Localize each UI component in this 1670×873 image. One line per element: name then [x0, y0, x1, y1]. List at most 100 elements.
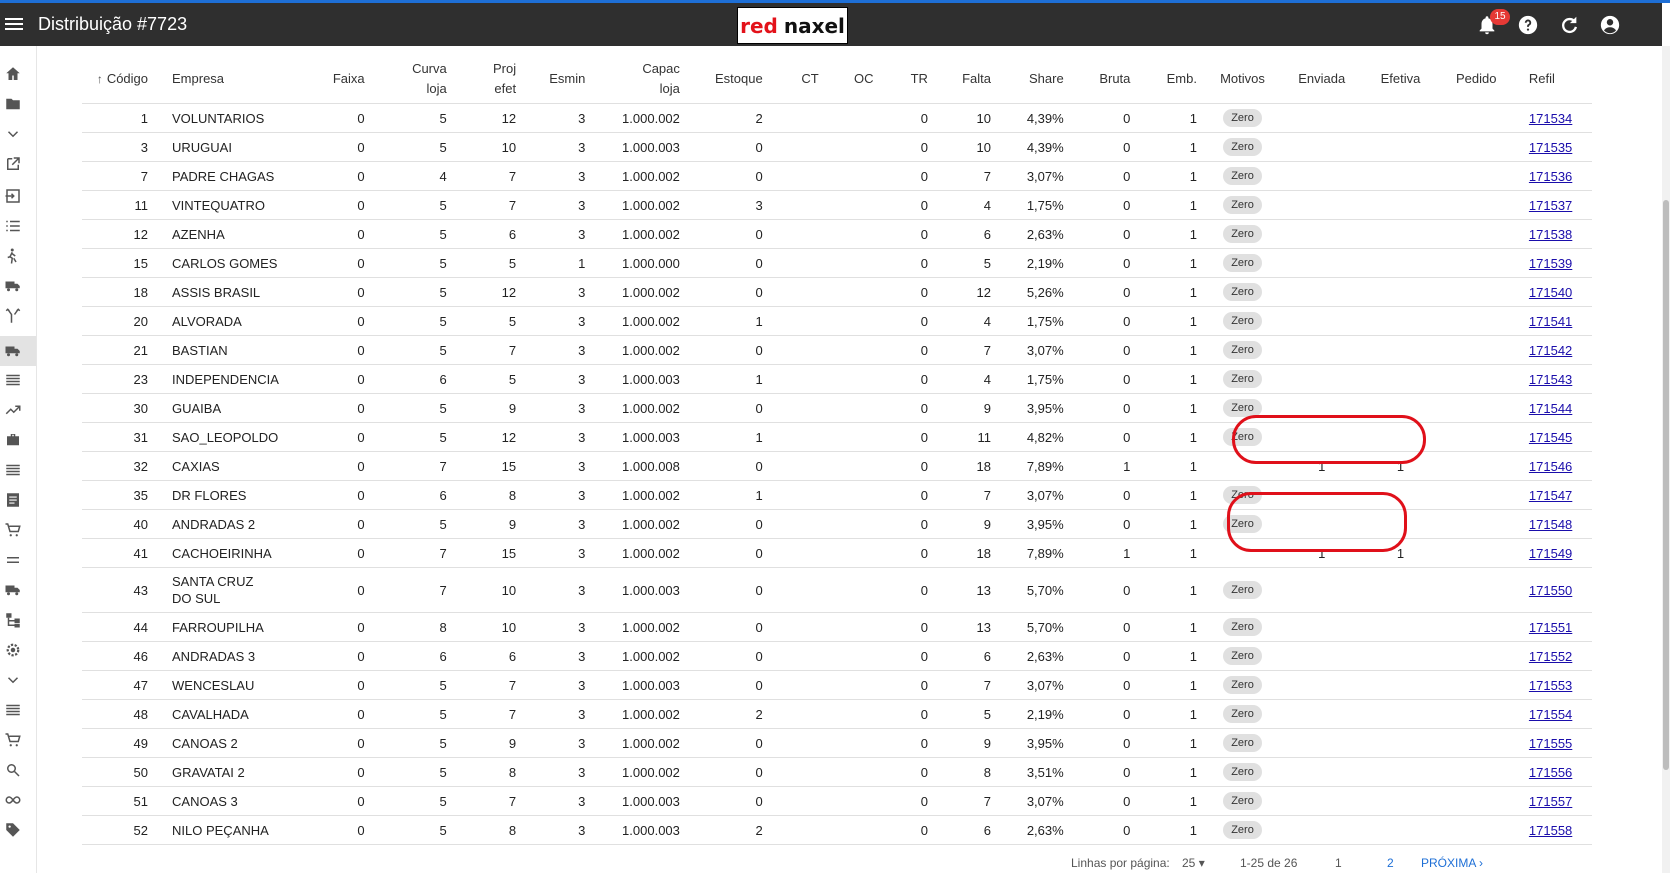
truck-active-icon[interactable]	[3, 341, 23, 361]
refil-link[interactable]: 171551	[1529, 620, 1572, 635]
chevron-down-icon[interactable]	[3, 124, 23, 144]
table-row[interactable]: 51 CANOAS 3 0 5 7 3 1.000.003 0 0 7 3,07% 0 1 Zero 171…	[82, 786, 1592, 816]
col-ct-header[interactable]: CT	[768, 55, 825, 104]
motivo-chip[interactable]: Zero	[1223, 167, 1262, 185]
refil-link[interactable]: 171553	[1529, 678, 1572, 693]
cart-icon[interactable]	[3, 520, 23, 540]
table-row[interactable]: 1 VOLUNTARIOS 0 5 12 3 1.000.002 2 0 10 4,39% 0 1 Zer…	[82, 103, 1592, 133]
search-list-icon[interactable]	[3, 760, 23, 780]
col-enviada-header[interactable]: Enviada	[1282, 55, 1362, 104]
account-icon[interactable]	[1598, 13, 1622, 37]
refil-link[interactable]: 171548	[1529, 517, 1572, 532]
refil-link[interactable]: 171535	[1529, 140, 1572, 155]
refil-link[interactable]: 171544	[1529, 401, 1572, 416]
col-empresa-header[interactable]: Empresa	[154, 55, 306, 104]
table-row[interactable]: 44 FARROUPILHA 0 8 10 3 1.000.002 0 0 13 5,70% 0 1 Ze…	[82, 612, 1592, 642]
refil-link[interactable]: 171547	[1529, 488, 1572, 503]
table-row[interactable]: 21 BASTIAN 0 5 7 3 1.000.002 0 0 7 3,07% 0 1 Zero 1715…	[82, 335, 1592, 365]
table-row[interactable]: 23 INDEPENDENCIA 0 6 5 3 1.000.003 1 0 4 1,75% 0 1 Ze…	[82, 364, 1592, 394]
motivo-chip[interactable]: Zero	[1223, 283, 1262, 301]
refil-link[interactable]: 171534	[1529, 111, 1572, 126]
motivo-chip[interactable]: Zero	[1223, 312, 1262, 330]
motivo-chip[interactable]: Zero	[1223, 225, 1262, 243]
tag-icon[interactable]	[3, 820, 23, 840]
col-efetiva-header[interactable]: Efetiva	[1361, 55, 1440, 104]
col-bruta-header[interactable]: Bruta	[1069, 55, 1137, 104]
refil-link[interactable]: 171536	[1529, 169, 1572, 184]
col-refil-header[interactable]: Refil	[1512, 55, 1592, 104]
col-capac-header[interactable]: Capac loja	[591, 55, 686, 104]
col-oc-header[interactable]: OC	[824, 55, 880, 104]
help-icon[interactable]	[1516, 13, 1540, 37]
motivo-chip[interactable]: Zero	[1223, 254, 1262, 272]
briefcase-icon[interactable]	[3, 430, 23, 450]
table-row[interactable]: 20 ALVORADA 0 5 5 3 1.000.002 1 0 4 1,75% 0 1 Zero 171…	[82, 306, 1592, 336]
refil-link[interactable]: 171542	[1529, 343, 1572, 358]
merge-icon[interactable]	[3, 306, 23, 326]
refil-link[interactable]: 171549	[1529, 546, 1572, 561]
table-row[interactable]: 18 ASSIS BRASIL 0 5 12 3 1.000.002 0 0 12 5,26% 0 1 Z…	[82, 277, 1592, 307]
table-row[interactable]: 52 NILO PEÇANHA 0 5 8 3 1.000.003 2 0 6 2,63% 0 1 Zer…	[82, 815, 1592, 845]
col-esmin-header[interactable]: Esmin	[522, 55, 592, 104]
page-2-button[interactable]: 2	[1387, 856, 1394, 870]
motivo-chip[interactable]: Zero	[1223, 734, 1262, 752]
motivo-chip[interactable]: Zero	[1223, 676, 1262, 694]
equals-icon[interactable]	[3, 550, 23, 570]
refil-link[interactable]: 171541	[1529, 314, 1572, 329]
scrollbar-thumb[interactable]	[1663, 200, 1669, 770]
refil-link[interactable]: 171556	[1529, 765, 1572, 780]
motivo-chip[interactable]: Zero	[1223, 138, 1262, 156]
motivo-chip[interactable]: Zero	[1223, 705, 1262, 723]
refresh-icon[interactable]	[1557, 13, 1581, 37]
table-row[interactable]: 48 CAVALHADA 0 5 7 3 1.000.002 2 0 5 2,19% 0 1 Zero 17…	[82, 699, 1592, 729]
table-row[interactable]: 50 GRAVATAI 2 0 5 8 3 1.000.002 0 0 8 3,51% 0 1 Zero 1…	[82, 757, 1592, 787]
sort-arrow-up-icon[interactable]: ↑	[97, 72, 103, 86]
truck-icon[interactable]	[3, 276, 23, 296]
col-proj-header[interactable]: Proj efet	[452, 55, 523, 104]
rows-per-page-select[interactable]: 25 ▾	[1182, 856, 1205, 870]
refil-link[interactable]: 171554	[1529, 707, 1572, 722]
page-1-button[interactable]: 1	[1335, 856, 1342, 870]
motivo-chip[interactable]: Zero	[1223, 341, 1262, 359]
col-curva-header[interactable]: Curva loja	[370, 55, 453, 104]
refil-link[interactable]: 171539	[1529, 256, 1572, 271]
login-icon[interactable]	[3, 186, 23, 206]
next-page-button[interactable]: PRÓXIMA ›	[1421, 856, 1483, 870]
motivo-chip[interactable]: Zero	[1223, 647, 1262, 665]
refil-link[interactable]: 171537	[1529, 198, 1572, 213]
menu-icon[interactable]	[5, 15, 23, 33]
table-row[interactable]: 7 PADRE CHAGAS 0 4 7 3 1.000.002 0 0 7 3,07% 0 1 Zero…	[82, 161, 1592, 191]
col-pedido-header[interactable]: Pedido	[1439, 55, 1513, 104]
refil-link[interactable]: 171546	[1529, 459, 1572, 474]
refil-link[interactable]: 171552	[1529, 649, 1572, 664]
col-emb-header[interactable]: Emb.	[1136, 55, 1203, 104]
chevron-down-icon-2[interactable]	[3, 670, 23, 690]
settings-gear-icon[interactable]	[3, 640, 23, 660]
col-estoque-header[interactable]: Estoque	[685, 55, 769, 104]
motivo-chip[interactable]: Zero	[1223, 821, 1262, 839]
truck-delivery-icon[interactable]	[3, 580, 23, 600]
infinity-icon[interactable]	[3, 790, 23, 810]
motivo-chip[interactable]: Zero	[1223, 109, 1262, 127]
cart-icon-2[interactable]	[3, 730, 23, 750]
table-row[interactable]: 15 CARLOS GOMES 0 5 5 1 1.000.000 0 0 5 2,19% 0 1 Zer…	[82, 248, 1592, 278]
refil-link[interactable]: 171540	[1529, 285, 1572, 300]
motivo-chip[interactable]: Zero	[1223, 792, 1262, 810]
col-motivos-header[interactable]: Motivos	[1202, 55, 1283, 104]
home-icon[interactable]	[3, 64, 23, 84]
table-row[interactable]: 49 CANOAS 2 0 5 9 3 1.000.002 0 0 9 3,95% 0 1 Zero 171…	[82, 728, 1592, 758]
refil-link[interactable]: 171538	[1529, 227, 1572, 242]
col-codigo-header[interactable]: ↑ Código	[82, 55, 155, 104]
list-icon[interactable]	[3, 216, 23, 236]
motivo-chip[interactable]: Zero	[1223, 763, 1262, 781]
hierarchy-icon[interactable]	[3, 610, 23, 630]
refil-link[interactable]: 171545	[1529, 430, 1572, 445]
col-falta-header[interactable]: Falta	[933, 55, 997, 104]
table-row[interactable]: 11 VINTEQUATRO 0 5 7 3 1.000.002 3 0 4 1,75% 0 1 Zero…	[82, 190, 1592, 220]
table-row[interactable]: 12 AZENHA 0 5 6 3 1.000.002 0 0 6 2,63% 0 1 Zero 17153…	[82, 219, 1592, 249]
refil-link[interactable]: 171550	[1529, 583, 1572, 598]
motivo-chip[interactable]: Zero	[1223, 618, 1262, 636]
refil-link[interactable]: 171558	[1529, 823, 1572, 838]
folder-icon[interactable]	[3, 94, 23, 114]
table-row[interactable]: 43 SANTA CRUZ DO SUL 0 7 10 3 1.000.003 0 0 13 5,7…	[82, 567, 1592, 613]
